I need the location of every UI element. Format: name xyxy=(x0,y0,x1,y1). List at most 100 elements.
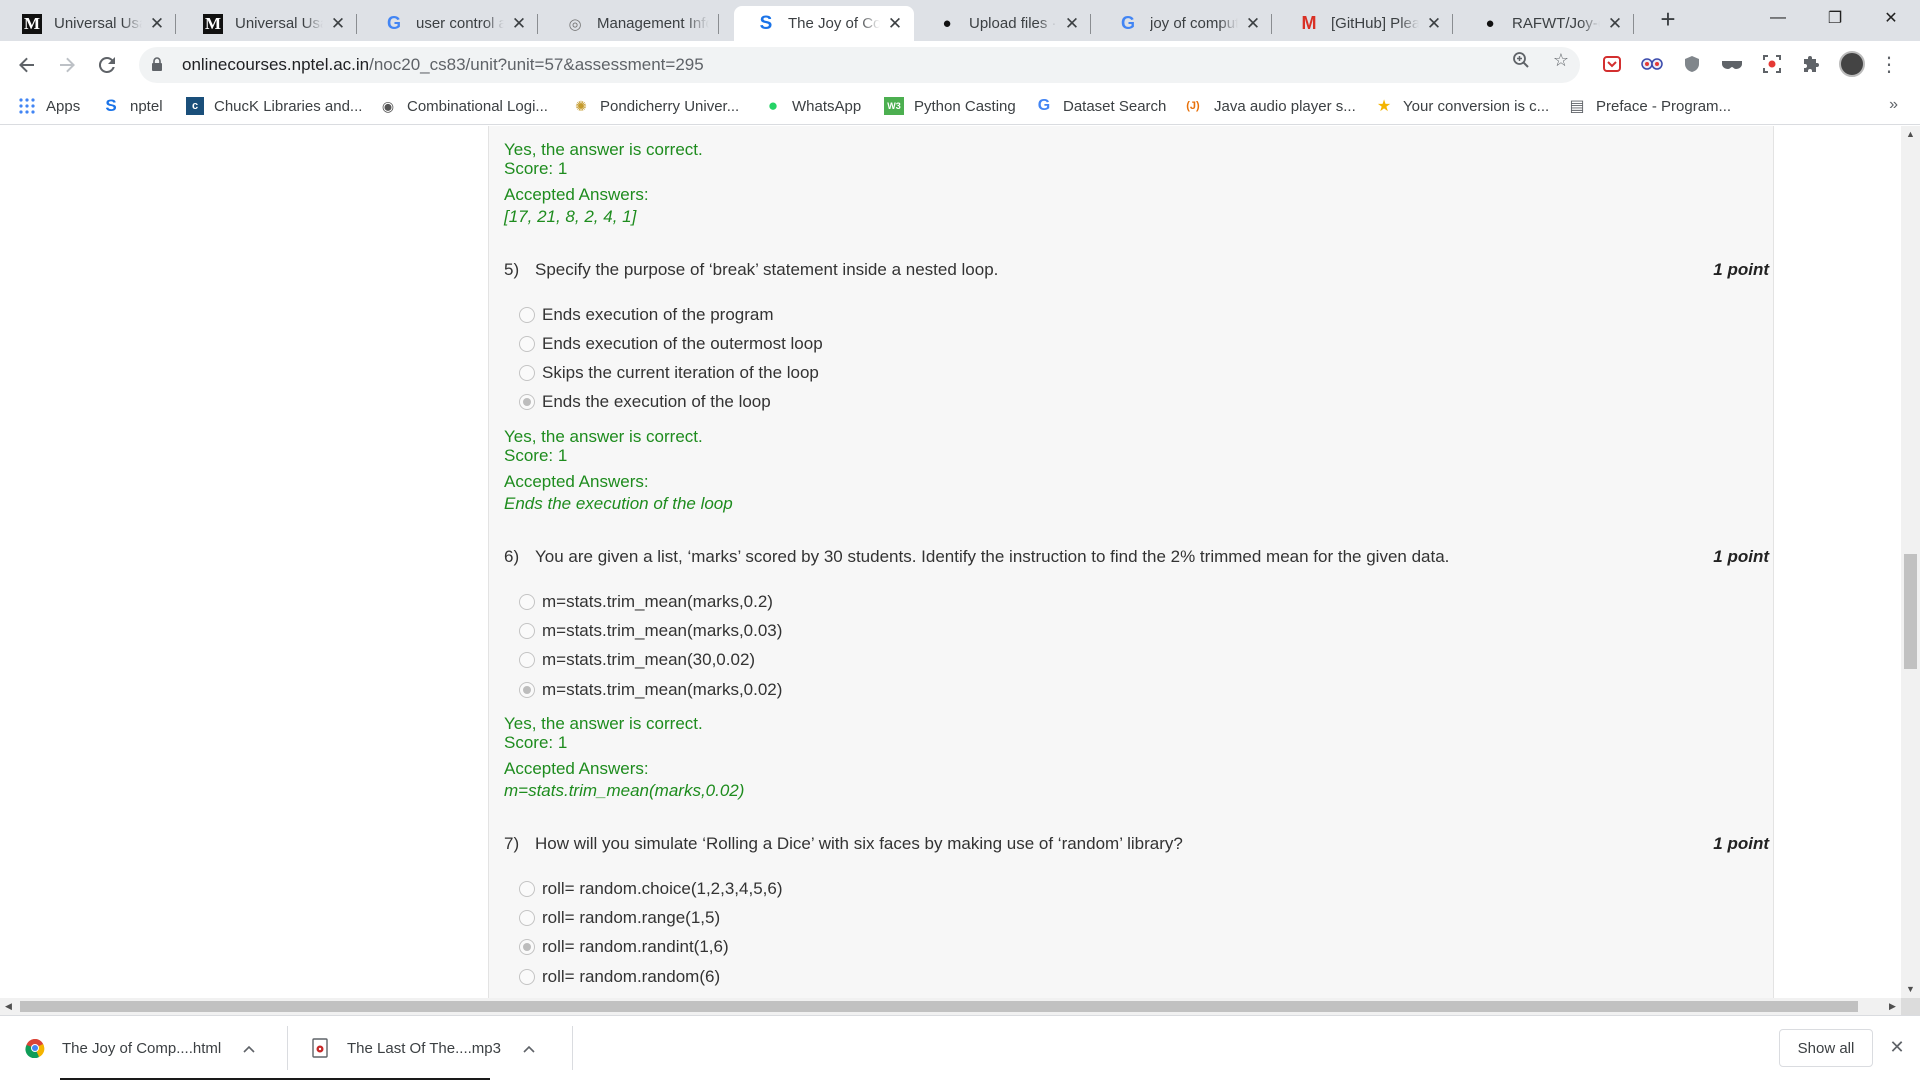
bookmark-java-audio[interactable]: (J) Java audio player s... xyxy=(1182,94,1355,118)
horizontal-scrollbar[interactable]: ◀ ▶ xyxy=(0,998,1901,1015)
option-label: roll= random.range(1,5) xyxy=(542,908,721,927)
option-label: m=stats.trim_mean(marks,0.03) xyxy=(542,621,783,640)
close-tab-icon[interactable]: ✕ xyxy=(886,14,904,33)
option-radio[interactable]: roll= random.choice(1,2,3,4,5,6) xyxy=(519,877,783,901)
tab-management[interactable]: ◎ Management Information System xyxy=(543,6,719,41)
minimize-button[interactable]: — xyxy=(1749,0,1807,36)
tab-google-joy-of-computing[interactable]: G joy of computing using python - Google… xyxy=(1096,6,1272,41)
option-radio[interactable]: Ends execution of the outermost loop xyxy=(519,332,823,356)
vertical-scrollbar[interactable]: ▲ ▼ xyxy=(1901,126,1920,998)
option-radio[interactable]: Ends the execution of the loop xyxy=(519,390,771,414)
restore-button[interactable]: ❐ xyxy=(1806,0,1864,36)
bookmark-dataset-search[interactable]: G Dataset Search xyxy=(1035,94,1167,118)
tab-separator xyxy=(1271,14,1272,34)
scroll-right-arrow-icon[interactable]: ▶ xyxy=(1884,998,1901,1015)
profile-avatar[interactable] xyxy=(1838,50,1866,78)
download-item-html[interactable]: The Joy of Comp....html xyxy=(24,1016,255,1080)
medium-icon: M xyxy=(203,13,223,34)
forward-button[interactable] xyxy=(53,51,81,79)
horizontal-scroll-thumb[interactable] xyxy=(20,1001,1858,1012)
show-all-downloads-button[interactable]: Show all xyxy=(1779,1029,1873,1067)
nptel-icon: S xyxy=(105,96,117,115)
score-text: Score: 1 xyxy=(504,159,568,178)
scroll-up-arrow-icon[interactable]: ▲ xyxy=(1901,126,1920,143)
option-radio[interactable]: Ends execution of the program xyxy=(519,303,774,327)
shield-extension-icon[interactable] xyxy=(1680,52,1704,76)
new-tab-button[interactable]: + xyxy=(1656,6,1680,32)
tab-gmail-github[interactable]: M [GitHub] Please verify your device ✕ xyxy=(1277,6,1453,41)
bookmark-combinational-logic[interactable]: ◉ Combinational Logi... xyxy=(379,94,548,118)
glasses-extension-icon[interactable] xyxy=(1640,52,1664,76)
option-radio[interactable]: Skips the current iteration of the loop xyxy=(519,361,819,385)
tab-joy-of-computing[interactable]: S The Joy of Computing using Python ✕ xyxy=(734,6,914,41)
bookmark-label: Python Casting xyxy=(914,97,1016,115)
extensions-puzzle-icon[interactable] xyxy=(1800,52,1824,76)
bookmark-chuck[interactable]: c ChucK Libraries and... xyxy=(186,94,362,118)
tab-universal-usability-2[interactable]: M Universal Usability in Practice ✕ xyxy=(181,6,357,41)
tab-rafwt-repo[interactable]: ● RAFWT/Joy-of-Computing ✕ xyxy=(1458,6,1634,41)
address-bar[interactable]: onlinecourses.nptel.ac.in/noc20_cs83/uni… xyxy=(139,47,1580,83)
close-tab-icon[interactable]: ✕ xyxy=(329,14,347,33)
bookmark-nptel[interactable]: S nptel xyxy=(102,94,162,118)
scroll-down-arrow-icon[interactable]: ▼ xyxy=(1901,981,1920,998)
radio-button[interactable] xyxy=(519,652,535,668)
option-radio[interactable]: roll= random.randint(1,6) xyxy=(519,935,729,959)
option-radio[interactable]: m=stats.trim_mean(marks,0.03) xyxy=(519,619,782,643)
vertical-scroll-thumb[interactable] xyxy=(1904,554,1917,669)
accepted-answer-value: [17, 21, 8, 2, 4, 1] xyxy=(504,207,637,226)
bookmark-python-casting[interactable]: W3 Python Casting xyxy=(884,94,1016,118)
tab-separator xyxy=(175,14,176,34)
tab-upload-files[interactable]: ● Upload files · RAFWT/Joy-of-Computing … xyxy=(915,6,1091,41)
option-label: roll= random.choice(1,2,3,4,5,6) xyxy=(542,879,783,898)
q6-feedback: Yes, the answer is correct. Score: 1 Acc… xyxy=(504,714,744,802)
radio-button[interactable] xyxy=(519,365,535,381)
mask-extension-icon[interactable] xyxy=(1720,52,1744,76)
tab-separator xyxy=(718,14,719,34)
download-item-mp3[interactable]: The Last Of The....mp3 xyxy=(309,1016,535,1080)
tab-google-user-control[interactable]: G user control and freedom - Google Sear… xyxy=(362,6,538,41)
zoom-icon[interactable] xyxy=(1511,50,1531,70)
accepted-answer-value: m=stats.trim_mean(marks,0.02) xyxy=(504,781,745,800)
radio-button-selected[interactable] xyxy=(519,682,535,698)
scroll-left-arrow-icon[interactable]: ◀ xyxy=(0,998,17,1015)
radio-button-selected[interactable] xyxy=(519,394,535,410)
bookmark-apps[interactable]: Apps xyxy=(18,94,80,118)
radio-button-selected[interactable] xyxy=(519,939,535,955)
radio-button[interactable] xyxy=(519,594,535,610)
radio-button[interactable] xyxy=(519,881,535,897)
reload-button[interactable] xyxy=(93,51,121,79)
close-tab-icon[interactable]: ✕ xyxy=(1244,14,1262,33)
close-tab-icon[interactable]: ✕ xyxy=(148,14,166,33)
back-button[interactable] xyxy=(13,51,41,79)
option-radio[interactable]: m=stats.trim_mean(marks,0.2) xyxy=(519,590,773,614)
option-radio[interactable]: roll= random.range(1,5) xyxy=(519,906,720,930)
close-window-button[interactable]: ✕ xyxy=(1862,0,1920,36)
bookmark-preface[interactable]: ▤ Preface - Program... xyxy=(1568,94,1731,118)
close-tab-icon[interactable]: ✕ xyxy=(1063,14,1081,33)
bookmarks-overflow-button[interactable]: » xyxy=(1889,96,1898,114)
download-separator xyxy=(287,1026,288,1070)
radio-button[interactable] xyxy=(519,623,535,639)
screen-capture-extension-icon[interactable] xyxy=(1760,52,1784,76)
tab-universal-usability-1[interactable]: M Universal Usability in Practice ✕ xyxy=(0,6,176,41)
option-radio[interactable]: m=stats.trim_mean(30,0.02) xyxy=(519,648,755,672)
close-tab-icon[interactable]: ✕ xyxy=(510,14,528,33)
chevron-up-icon[interactable] xyxy=(243,1040,255,1056)
option-radio[interactable]: roll= random.random(6) xyxy=(519,965,720,989)
pocket-extension-icon[interactable] xyxy=(1600,52,1624,76)
radio-button[interactable] xyxy=(519,910,535,926)
radio-button[interactable] xyxy=(519,307,535,323)
radio-button[interactable] xyxy=(519,336,535,352)
close-tab-icon[interactable]: ✕ xyxy=(1425,14,1443,33)
close-download-shelf-icon[interactable]: ✕ xyxy=(1886,1036,1908,1058)
bookmark-conversion[interactable]: ★ Your conversion is c... xyxy=(1375,94,1549,118)
chevron-up-icon[interactable] xyxy=(523,1040,535,1056)
bookmark-star-icon[interactable]: ☆ xyxy=(1551,50,1571,70)
google-icon: G xyxy=(1120,13,1135,33)
bookmark-whatsapp[interactable]: ● WhatsApp xyxy=(764,94,861,118)
option-radio[interactable]: m=stats.trim_mean(marks,0.02) xyxy=(519,678,782,702)
bookmark-pondicherry[interactable]: ✺ Pondicherry Univer... xyxy=(572,94,739,118)
close-tab-icon[interactable]: ✕ xyxy=(1606,14,1624,33)
radio-button[interactable] xyxy=(519,969,535,985)
browser-menu-icon[interactable]: ⋮ xyxy=(1879,52,1899,76)
